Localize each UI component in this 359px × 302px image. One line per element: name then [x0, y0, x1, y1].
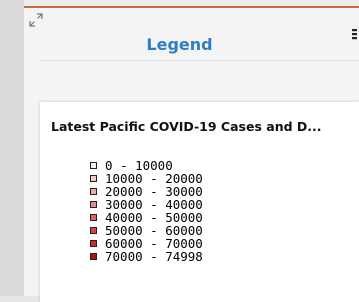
legend-swatch	[90, 253, 97, 260]
layer-title: Latest Pacific COVID-19 Cases and D...	[51, 119, 322, 134]
panel-top-strip	[24, 0, 359, 8]
legend-swatch	[90, 188, 97, 195]
panel-title: Legend	[146, 35, 213, 54]
legend-item: 70000 - 74998	[90, 249, 203, 264]
legend-item-label: 70000 - 74998	[105, 249, 203, 264]
legend-swatch	[90, 240, 97, 247]
legend-swatch	[90, 162, 97, 169]
legend-list: 0 - 10000 10000 - 20000 20000 - 30000 30000…	[90, 158, 203, 264]
legend-swatch	[90, 175, 97, 182]
legend-card: Latest Pacific COVID-19 Cases and D... 0…	[40, 102, 359, 302]
legend-swatch	[90, 201, 97, 208]
legend-swatch	[90, 227, 97, 234]
more-options-icon[interactable]	[352, 24, 359, 44]
title-divider	[40, 60, 359, 61]
expand-icon[interactable]	[28, 12, 44, 28]
legend-swatch	[90, 214, 97, 221]
